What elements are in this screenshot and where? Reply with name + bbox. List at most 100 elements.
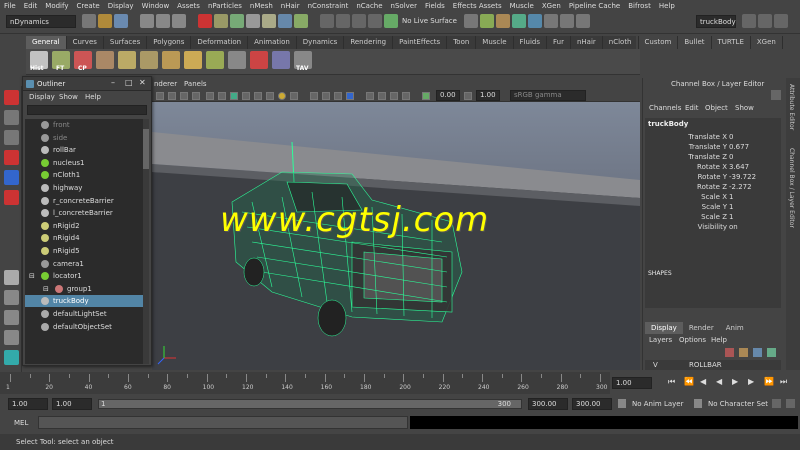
menu-nconstraint[interactable]: nConstraint — [304, 2, 353, 10]
menu-nsolver[interactable]: nSolver — [387, 2, 421, 10]
outliner-item[interactable]: defaultLightSet — [25, 308, 143, 320]
channel-menu-show[interactable]: Show — [735, 104, 754, 112]
snap-plane-icon[interactable] — [368, 14, 382, 28]
viewport-menu-renderer[interactable]: nderer — [154, 80, 177, 88]
motion-blur-icon[interactable] — [322, 92, 330, 100]
close-icon[interactable]: ✕ — [139, 78, 146, 87]
menu-nparticles[interactable]: nParticles — [204, 2, 246, 10]
channel-attribute[interactable]: Translate Y 0.677 — [645, 142, 773, 152]
menu-effects-assets[interactable]: Effects Assets — [449, 2, 506, 10]
gamma-icon[interactable] — [464, 92, 472, 100]
exposure-icon[interactable] — [422, 92, 430, 100]
playback-end-field[interactable]: 300.00 — [528, 398, 568, 410]
shelf-tab-animation[interactable]: Animation — [248, 36, 297, 49]
play-back-icon[interactable]: ◀ — [716, 377, 722, 386]
auto-key-icon[interactable] — [772, 399, 781, 408]
shelf-tab-xgen[interactable]: XGen — [751, 36, 783, 49]
colorspace-dropdown[interactable]: sRGB gamma — [510, 90, 586, 101]
save-scene-icon[interactable] — [114, 14, 128, 28]
shelf-tab-turtle[interactable]: TURTLE — [712, 36, 751, 49]
render-view-icon[interactable] — [480, 14, 494, 28]
ambient-occlusion-icon[interactable] — [310, 92, 318, 100]
outliner-item[interactable]: l_concreteBarrier — [25, 207, 143, 219]
rename-mode-icon[interactable] — [576, 14, 590, 28]
current-frame-field[interactable]: 1.00 — [612, 377, 652, 389]
channel-menu-object[interactable]: Object — [705, 104, 728, 112]
poly-plane-shelf-icon[interactable] — [140, 51, 158, 69]
handle-icon[interactable] — [214, 14, 228, 28]
attribute-value[interactable]: 3.647 — [729, 162, 749, 172]
attribute-value[interactable]: 0.677 — [729, 142, 749, 152]
exposure-field[interactable]: 0.00 — [436, 90, 460, 101]
shelf-tab-rendering[interactable]: Rendering — [344, 36, 394, 49]
wireframe-icon[interactable] — [230, 92, 238, 100]
move-tool-icon[interactable] — [4, 150, 19, 165]
character-set-dropdown[interactable]: No Character Set — [708, 400, 768, 408]
menu-file[interactable]: File — [0, 2, 20, 10]
channel-attribute[interactable]: Translate Z0 — [645, 152, 773, 162]
outliner-list[interactable]: front side rollBar nucleus1 nCloth1 highway r_… — [25, 119, 143, 364]
layout-single-icon[interactable] — [4, 270, 19, 285]
curve-mask-icon[interactable] — [246, 14, 260, 28]
bookmark-icon[interactable] — [180, 92, 188, 100]
menu-fields[interactable]: Fields — [421, 2, 449, 10]
channel-menu-edit[interactable]: Edit — [685, 104, 699, 112]
preferences-icon[interactable] — [786, 399, 795, 408]
step-forward-icon[interactable]: ▶ — [748, 377, 754, 386]
attribute-value[interactable]: -2.272 — [729, 182, 752, 192]
delete-history-shelf-icon[interactable] — [250, 51, 268, 69]
outliner-item[interactable]: nCloth1 — [25, 169, 143, 181]
time-slider[interactable]: 1 20 40 60 80 100 120 140 160 180 200 220 240 260 280 3… — [0, 372, 610, 394]
outliner-item[interactable]: r_concreteBarrier — [25, 195, 143, 207]
tab-display[interactable]: Display — [645, 322, 683, 334]
menu-modify[interactable]: Modify — [41, 2, 72, 10]
layout-custom-icon[interactable] — [4, 350, 19, 365]
range-start-thumb[interactable]: 1 — [101, 400, 105, 409]
character-set-icon[interactable] — [694, 399, 702, 408]
poly-sphere-shelf-icon[interactable] — [118, 51, 136, 69]
outliner-scroll-thumb[interactable] — [143, 129, 149, 169]
poly-torus-shelf-icon[interactable] — [184, 51, 202, 69]
side-tab-channel-box[interactable]: Channel Box / Layer Editor — [788, 148, 795, 228]
input-mode-icon[interactable] — [560, 14, 574, 28]
menu-xgen[interactable]: XGen — [538, 2, 565, 10]
attribute-value[interactable]: on — [729, 222, 738, 232]
outliner-item[interactable]: ⊟ group1 — [25, 283, 143, 295]
select-object-icon[interactable] — [156, 14, 170, 28]
layout-two-icon[interactable] — [4, 310, 19, 325]
outliner-item[interactable]: nucleus1 — [25, 157, 143, 169]
shelf-tab-ncloth[interactable]: nCloth — [603, 36, 639, 49]
outliner-item[interactable]: defaultObjectSet — [25, 321, 143, 333]
isolate-select-icon[interactable] — [366, 92, 374, 100]
open-scene-icon[interactable] — [98, 14, 112, 28]
menu-bifrost[interactable]: Bifrost — [624, 2, 655, 10]
attribute-value[interactable]: 1 — [729, 192, 733, 202]
multisample-icon[interactable] — [334, 92, 342, 100]
depth-of-field-icon[interactable] — [346, 92, 354, 100]
outliner-item[interactable]: highway — [25, 182, 143, 194]
shelf-tab-toon[interactable]: Toon — [447, 36, 477, 49]
menu-ncache[interactable]: nCache — [352, 2, 386, 10]
menuset-dropdown[interactable]: nDynamics — [6, 15, 76, 28]
attribute-value[interactable]: 1 — [729, 202, 733, 212]
shelf-tab-bullet[interactable]: Bullet — [678, 36, 712, 49]
joint-mask-icon[interactable] — [230, 14, 244, 28]
menu-create[interactable]: Create — [72, 2, 103, 10]
animation-end-field[interactable]: 300.00 — [572, 398, 612, 410]
snap-point-icon[interactable] — [352, 14, 366, 28]
shelf-tab-curves[interactable]: Curves — [67, 36, 104, 49]
textured-icon[interactable] — [266, 92, 274, 100]
channel-attribute[interactable]: Scale Y1 — [645, 202, 773, 212]
play-forward-icon[interactable]: ▶ — [732, 377, 738, 386]
render-current-icon[interactable] — [496, 14, 510, 28]
layout-outliner-icon[interactable] — [4, 330, 19, 345]
outliner-item[interactable]: side — [25, 132, 143, 144]
menu-help[interactable]: Help — [655, 2, 679, 10]
menu-nmesh[interactable]: nMesh — [246, 2, 277, 10]
render-settings-icon[interactable] — [528, 14, 542, 28]
outliner-scrollbar[interactable] — [143, 119, 149, 364]
channel-attribute[interactable]: Scale Z1 — [645, 212, 773, 222]
construction-history-icon[interactable] — [464, 14, 478, 28]
surface-mask-icon[interactable] — [262, 14, 276, 28]
layer-up-icon[interactable] — [753, 348, 762, 357]
